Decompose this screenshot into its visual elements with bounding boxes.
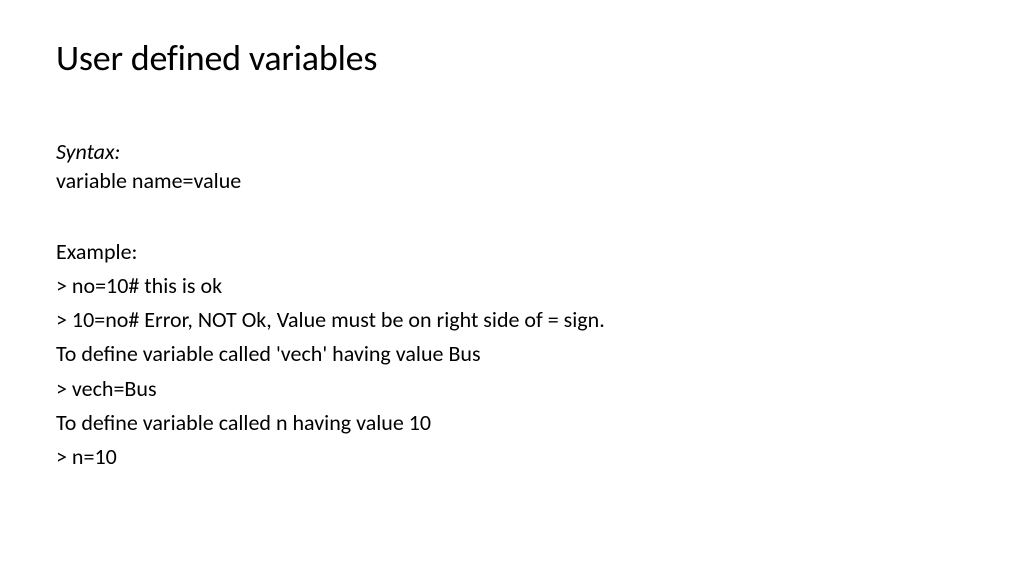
example-line: > no=10# this is ok <box>56 269 968 303</box>
example-line: To define variable called n having value… <box>56 406 968 440</box>
example-line: > n=10 <box>56 440 968 474</box>
example-line: To define variable called 'vech' having … <box>56 337 968 371</box>
example-line: > 10=no# Error, NOT Ok, Value must be on… <box>56 303 968 337</box>
example-label: Example: <box>56 235 968 269</box>
example-line: > vech=Bus <box>56 372 968 406</box>
syntax-definition: variable name=value <box>56 167 968 196</box>
syntax-label: Syntax: <box>56 138 968 167</box>
page-title: User defined variables <box>56 36 968 80</box>
